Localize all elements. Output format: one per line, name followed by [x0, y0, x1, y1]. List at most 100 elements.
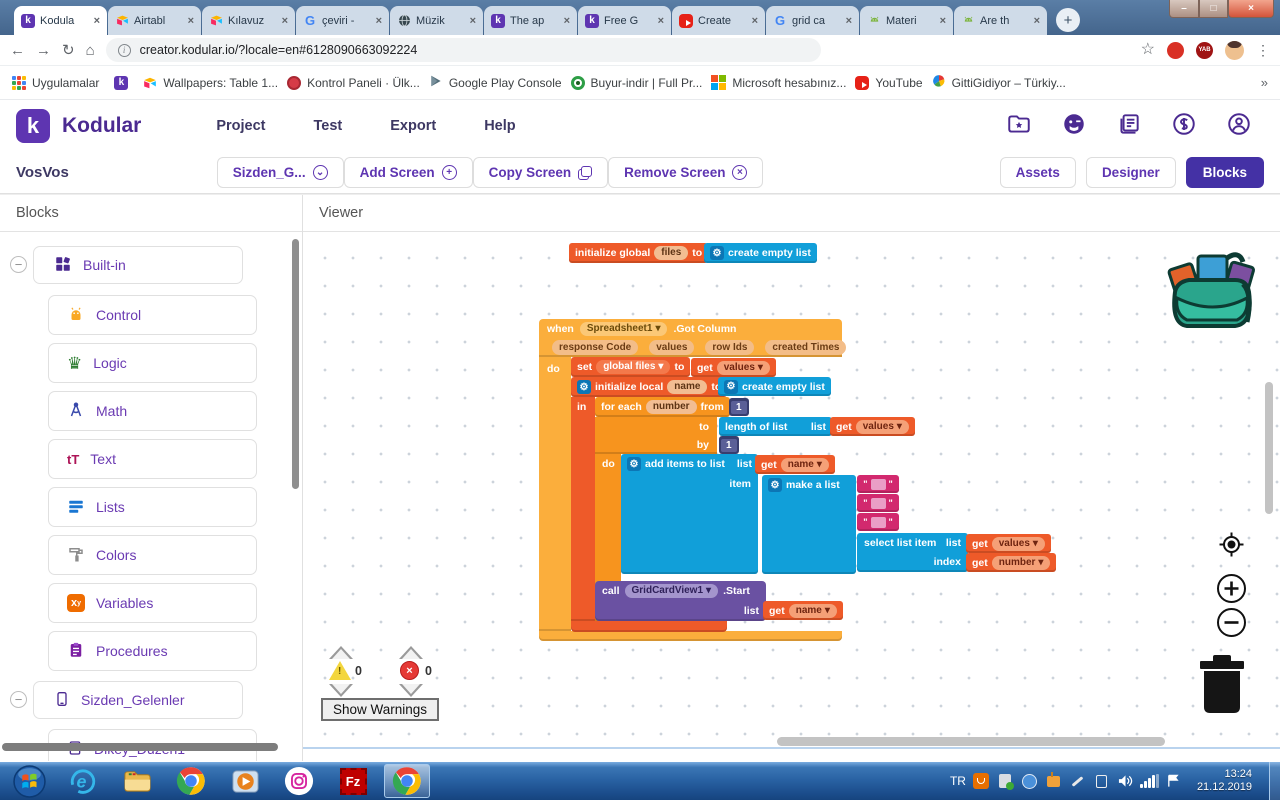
palette-logic[interactable]: ♛ Logic [48, 343, 257, 383]
sync-tray-icon[interactable] [1045, 773, 1062, 790]
string-field[interactable] [871, 479, 886, 490]
block-set-global-files[interactable]: set global files▾ to [571, 357, 690, 377]
error-icon[interactable]: × [400, 661, 419, 680]
network-tray-icon[interactable] [1141, 773, 1158, 790]
bookmarks-overflow-icon[interactable]: » [1261, 75, 1268, 90]
init-local-in-spine[interactable]: in [571, 397, 595, 621]
action-center-flag-icon[interactable] [1165, 773, 1182, 790]
tab-freeg[interactable]: k Free G × [578, 6, 671, 35]
java-tray-icon[interactable] [973, 773, 990, 790]
block-select-list-item[interactable]: select list item list index [857, 533, 968, 572]
menu-test[interactable]: Test [314, 118, 343, 134]
block-call-gridcardview-start[interactable]: call GridCardView1▾ .Start list [595, 581, 766, 621]
dropdown-number[interactable]: number▾ [992, 556, 1051, 570]
billing-icon[interactable] [1171, 111, 1197, 142]
dropdown-values[interactable]: values▾ [717, 361, 770, 375]
bookmark-microsoft[interactable]: Microsoft hesabınız... [711, 75, 846, 90]
mutator-gear-icon[interactable]: ⚙ [710, 246, 724, 260]
block-empty-string-2[interactable]: "" [857, 494, 899, 512]
tab-muzik[interactable]: Müzik × [390, 6, 483, 35]
block-get-name-2[interactable]: get name▾ [763, 601, 843, 620]
dropdown-global-files[interactable]: global files▾ [596, 360, 670, 374]
block-create-empty-list-2[interactable]: ⚙ create empty list [718, 377, 831, 396]
taskbar-clock[interactable]: 13:24 21.12.2019 [1197, 768, 1252, 794]
window-close-button[interactable]: × [1228, 0, 1274, 18]
menu-project[interactable]: Project [216, 118, 265, 134]
block-when-got-column[interactable]: when Spreadsheet1▾ .Got Column response … [539, 319, 842, 357]
collapse-builtin-button[interactable]: − [10, 256, 27, 273]
palette-screen-components[interactable]: Sizden_Gelenler [33, 681, 243, 719]
tab-theap[interactable]: k The ap × [484, 6, 577, 35]
clipboard-tray-icon[interactable] [1093, 773, 1110, 790]
block-get-values-3[interactable]: get values▾ [966, 534, 1051, 553]
block-get-number[interactable]: get number▾ [966, 553, 1056, 572]
mutator-gear-icon[interactable]: ⚙ [627, 457, 641, 471]
block-get-name-1[interactable]: get name▾ [755, 455, 835, 474]
taskbar-wmp-icon[interactable] [222, 764, 268, 798]
adblock-extension-icon[interactable] [1167, 42, 1184, 59]
update-tray-icon[interactable] [1021, 773, 1038, 790]
menu-export[interactable]: Export [390, 118, 436, 134]
block-for-each-number[interactable]: for each number from [595, 397, 730, 417]
profile-avatar[interactable] [1225, 41, 1244, 60]
copy-screen-button[interactable]: Copy Screen [473, 157, 609, 188]
field-name[interactable]: name [667, 380, 707, 394]
init-local-bottom[interactable] [571, 621, 727, 632]
block-get-values-1[interactable]: get values▾ [691, 358, 776, 377]
dropdown-spreadsheet1[interactable]: Spreadsheet1▾ [580, 322, 668, 336]
page-info-icon[interactable]: i [118, 44, 131, 57]
block-create-empty-list-1[interactable]: ⚙ create empty list [704, 243, 817, 263]
warning-up-arrow[interactable] [329, 646, 353, 659]
pen-tray-icon[interactable] [1069, 773, 1086, 790]
dropdown-name[interactable]: name▾ [781, 458, 829, 472]
account-icon[interactable] [1226, 111, 1252, 142]
tab-close-icon[interactable]: × [658, 15, 664, 27]
bookmark-star-icon[interactable]: ☆ [1141, 42, 1155, 58]
palette-builtin[interactable]: Built-in [33, 246, 243, 284]
center-workspace-icon[interactable] [1218, 531, 1245, 563]
mutator-gear-icon[interactable]: ⚙ [724, 380, 738, 394]
field-number[interactable]: number [646, 400, 697, 414]
chrome-menu-icon[interactable]: ⋮ [1256, 42, 1270, 59]
menu-help[interactable]: Help [484, 118, 515, 134]
new-tab-button[interactable]: + [1056, 8, 1080, 32]
block-initialize-local-name[interactable]: ⚙ initialize local name to [571, 377, 727, 397]
field-files[interactable]: files [654, 246, 688, 260]
tab-kilavuz[interactable]: Kılavuz × [202, 6, 295, 35]
taskbar-chrome-active[interactable] [384, 764, 430, 798]
when-block-bottom[interactable] [539, 631, 842, 641]
dropdown-name[interactable]: name▾ [789, 604, 837, 618]
palette-variables[interactable]: xy Variables [48, 583, 257, 623]
forward-icon[interactable]: → [36, 43, 51, 58]
taskbar-chrome-icon[interactable] [168, 764, 214, 798]
tab-airtable[interactable]: Airtabl × [108, 6, 201, 35]
for-each-args[interactable]: to by [595, 417, 717, 454]
string-field[interactable] [871, 498, 886, 509]
palette-text[interactable]: tT Text [48, 439, 257, 479]
mutator-gear-icon[interactable]: ⚙ [768, 478, 782, 492]
tab-close-icon[interactable]: × [846, 15, 852, 27]
back-icon[interactable]: ← [10, 43, 25, 58]
usb-tray-icon[interactable] [997, 773, 1014, 790]
blocks-button[interactable]: Blocks [1186, 157, 1264, 188]
bookmark-wallpapers[interactable]: Wallpapers: Table 1... [143, 76, 278, 90]
backpack-icon[interactable] [1165, 246, 1261, 337]
dropdown-values[interactable]: values▾ [992, 537, 1045, 551]
tab-kodular[interactable]: k Kodula × [14, 6, 107, 35]
tab-close-icon[interactable]: × [282, 15, 288, 27]
block-number-1a[interactable]: 1 [729, 398, 749, 416]
dropdown-gridcardview1[interactable]: GridCardView1▾ [625, 584, 719, 598]
tab-close-icon[interactable]: × [470, 15, 476, 27]
taskbar-ie-icon[interactable]: e [60, 764, 106, 798]
block-empty-string-3[interactable]: "" [857, 513, 899, 531]
taskbar-filezilla-icon[interactable]: Fz [330, 764, 376, 798]
tab-gridca[interactable]: G grid ca × [766, 6, 859, 35]
block-empty-string-1[interactable]: "" [857, 475, 899, 493]
taskbar-explorer-icon[interactable] [114, 764, 160, 798]
error-down-arrow[interactable] [399, 684, 423, 697]
tab-close-icon[interactable]: × [188, 15, 194, 27]
add-screen-button[interactable]: Add Screen + [344, 157, 473, 188]
tab-ceviri[interactable]: G çeviri - × [296, 6, 389, 35]
kodular-logo[interactable]: k [16, 109, 50, 143]
community-icon[interactable] [1061, 111, 1087, 142]
